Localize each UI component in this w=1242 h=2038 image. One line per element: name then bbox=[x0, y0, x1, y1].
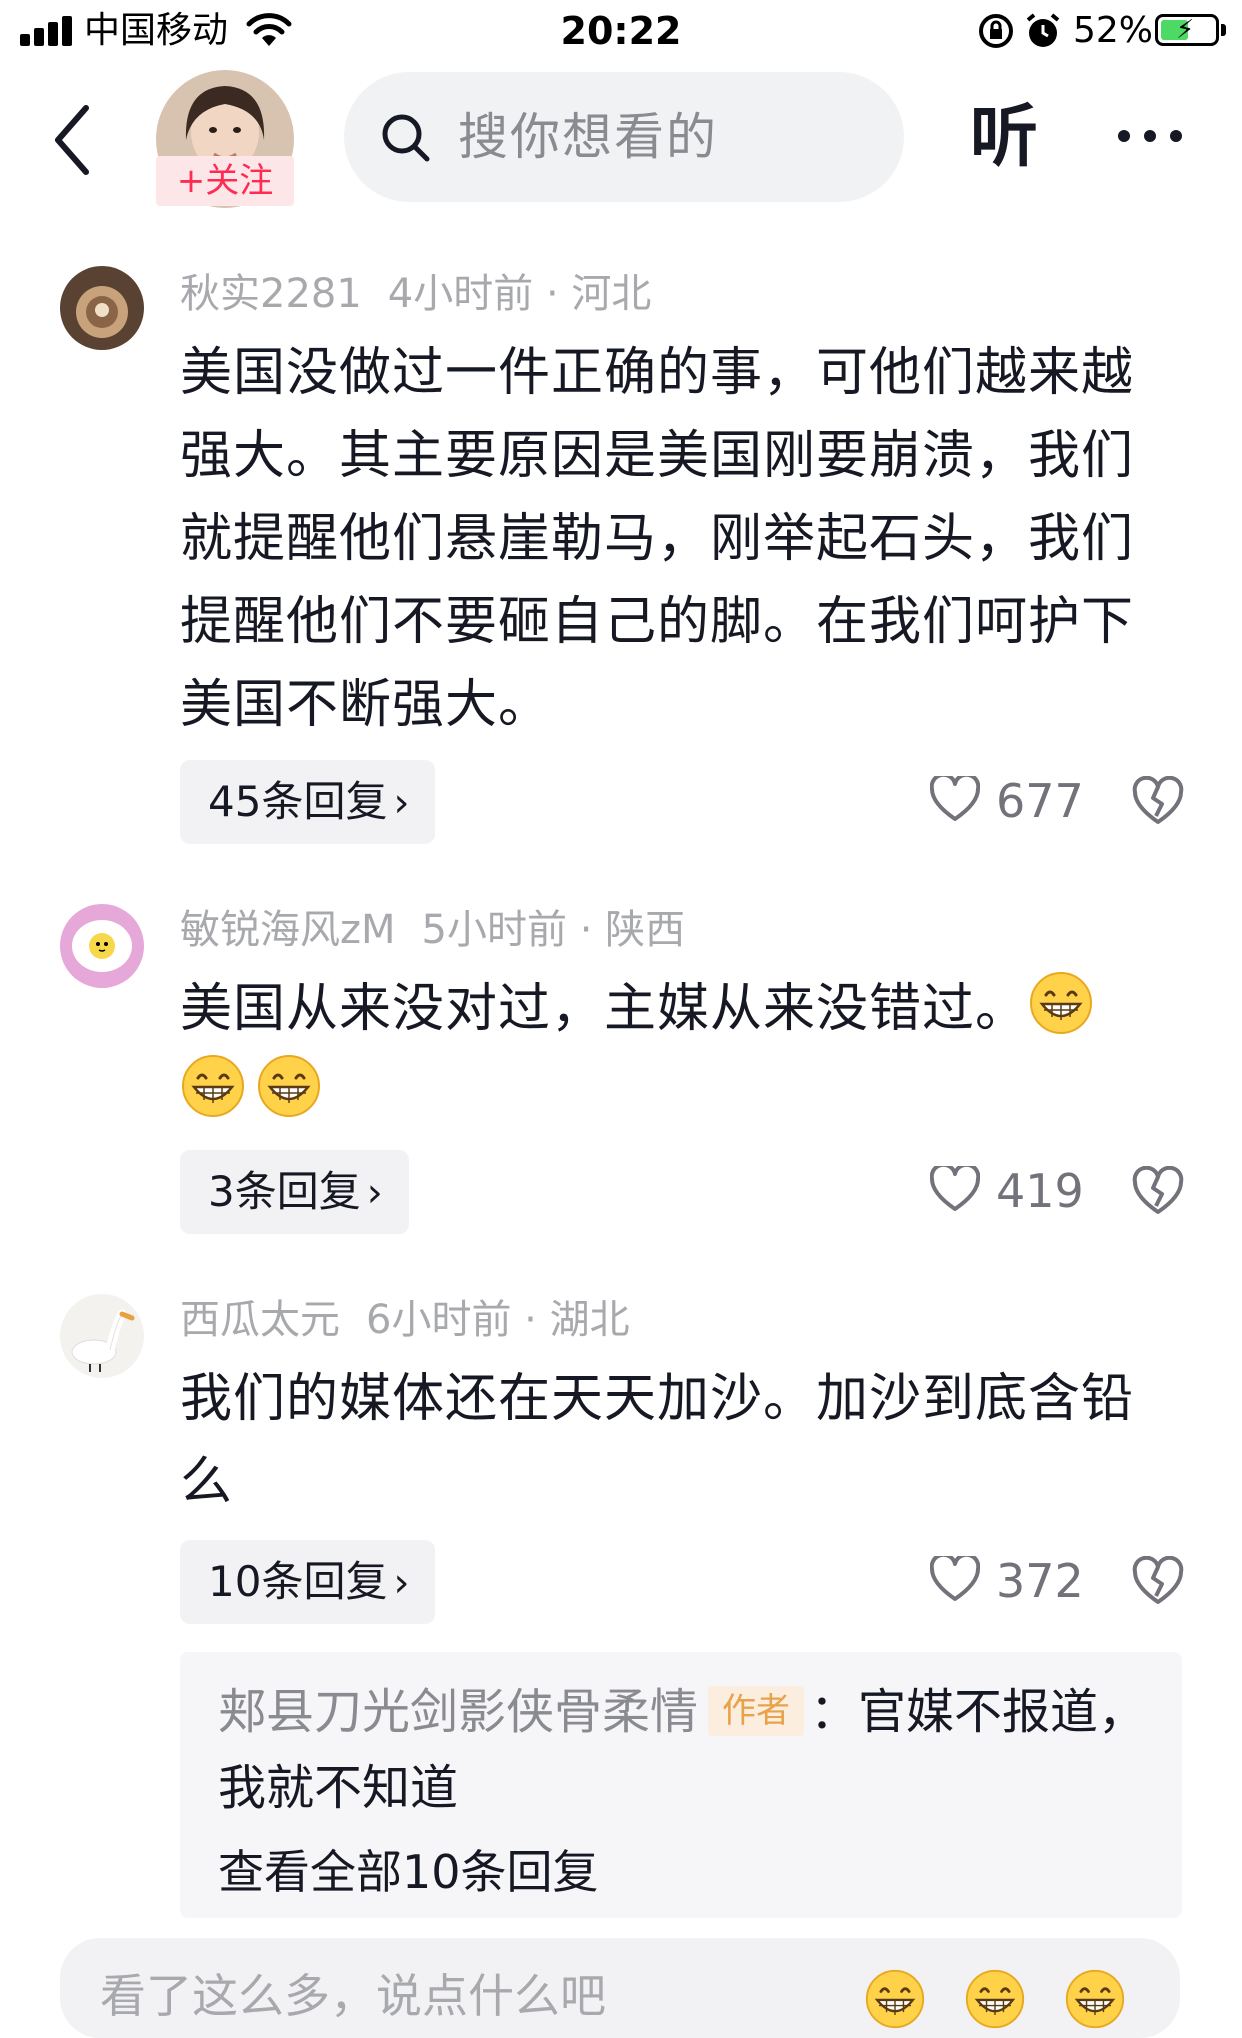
heart-icon bbox=[930, 776, 980, 821]
reply-preview-line: 郏县刀光剑影侠骨柔情 作者 ：官媒不报道， bbox=[218, 1680, 1146, 1744]
like-button[interactable]: 677 bbox=[930, 768, 1110, 838]
more-icon[interactable] bbox=[1110, 122, 1190, 152]
grinning-face-emoji bbox=[1028, 970, 1094, 1036]
reply-text-continued: 我就不知道 bbox=[218, 1760, 459, 1816]
emoji-quick-icon[interactable] bbox=[964, 1968, 1026, 2030]
comment-text: 美国没做过一件正确的事，可他们越来越强大。其主要原因是美国刚要崩溃，我们就提醒他… bbox=[180, 343, 1135, 735]
comment-text: 我们的媒体还在天天加沙。加沙到底含铅么 bbox=[180, 1369, 1135, 1512]
battery-charging-icon: ⚡ bbox=[1155, 14, 1219, 46]
like-button[interactable]: 419 bbox=[930, 1158, 1110, 1228]
back-icon[interactable] bbox=[48, 100, 98, 180]
reply-username[interactable]: 郏县刀光剑影侠骨柔情 bbox=[218, 1684, 698, 1740]
chevron-right-icon: › bbox=[393, 1560, 410, 1606]
comment-time: 5小时前 bbox=[421, 907, 567, 953]
battery-percent: 52% bbox=[1073, 10, 1154, 51]
reply-preview[interactable]: 郏县刀光剑影侠骨柔情 作者 ：官媒不报道， 我就不知道 查看全部10条回复 bbox=[180, 1652, 1182, 1918]
commenter-avatar[interactable] bbox=[60, 1294, 144, 1378]
view-replies-button[interactable]: 45条回复 › bbox=[180, 760, 436, 844]
like-count: 372 bbox=[996, 1554, 1084, 1608]
comment-location: 湖北 bbox=[549, 1297, 630, 1343]
emoji-quick-icon[interactable] bbox=[864, 1968, 926, 2030]
comment-username[interactable]: 西瓜太元 bbox=[180, 1297, 340, 1343]
like-count: 419 bbox=[996, 1164, 1084, 1218]
meta-separator: · bbox=[545, 271, 559, 317]
reply-text: ：官媒不报道， bbox=[810, 1684, 1147, 1740]
comment-username[interactable]: 秋实2281 bbox=[180, 271, 362, 317]
replies-label: 10条回复 bbox=[208, 1557, 388, 1606]
listen-button[interactable]: 听 bbox=[970, 96, 1038, 180]
grinning-face-emoji bbox=[180, 1053, 246, 1119]
broken-heart-icon[interactable] bbox=[1132, 1166, 1184, 1218]
search-input[interactable]: 搜你想看的 bbox=[458, 106, 718, 168]
commenter-avatar[interactable] bbox=[60, 266, 144, 350]
search-bar[interactable]: 搜你想看的 bbox=[344, 72, 904, 202]
alarm-icon bbox=[1026, 13, 1060, 47]
heart-icon bbox=[930, 1556, 980, 1601]
replies-label: 45条回复 bbox=[208, 777, 388, 826]
like-count: 677 bbox=[996, 774, 1084, 828]
view-all-replies-link[interactable]: 查看全部10条回复 bbox=[218, 1840, 599, 1904]
meta-separator: · bbox=[524, 1297, 537, 1343]
comment-input-placeholder: 看了这么多，说点什么吧 bbox=[100, 1969, 606, 2023]
replies-label: 3条回复 bbox=[208, 1167, 361, 1216]
comment-meta: 西瓜太元 6小时前 · 湖北 bbox=[180, 1294, 630, 1346]
grinning-face-emoji bbox=[256, 1053, 322, 1119]
rotation-lock-icon bbox=[979, 14, 1013, 48]
view-replies-button[interactable]: 10条回复 › bbox=[180, 1540, 436, 1624]
search-icon bbox=[382, 114, 430, 162]
comment-input[interactable]: 看了这么多，说点什么吧 bbox=[60, 1938, 1180, 2038]
emoji-quick-icon[interactable] bbox=[1064, 1968, 1126, 2030]
comment-meta: 秋实2281 4小时前 · 河北 bbox=[180, 268, 651, 320]
comment-time: 4小时前 bbox=[387, 271, 534, 317]
comment-time: 6小时前 bbox=[366, 1297, 512, 1343]
broken-heart-icon[interactable] bbox=[1132, 1556, 1184, 1608]
comment-location: 河北 bbox=[571, 271, 652, 317]
broken-heart-icon[interactable] bbox=[1132, 776, 1184, 828]
like-button[interactable]: 372 bbox=[930, 1548, 1110, 1618]
meta-separator: · bbox=[579, 907, 593, 953]
comment-text: 美国从来没对过，主媒从来没错过。 bbox=[180, 968, 1180, 1134]
comment-username[interactable]: 敏锐海风zM bbox=[180, 907, 396, 953]
chevron-right-icon: › bbox=[366, 1170, 383, 1216]
comment-meta: 敏锐海风zM 5小时前 · 陕西 bbox=[180, 904, 685, 956]
comment-text-body: 美国从来没对过，主媒从来没错过。 bbox=[180, 979, 1029, 1039]
commenter-avatar[interactable] bbox=[60, 904, 144, 988]
battery-cap bbox=[1221, 24, 1226, 36]
chevron-right-icon: › bbox=[393, 780, 410, 826]
view-replies-button[interactable]: 3条回复 › bbox=[180, 1150, 409, 1234]
comment-location: 陕西 bbox=[605, 907, 686, 953]
follow-button[interactable]: +关注 bbox=[156, 156, 294, 206]
author-badge: 作者 bbox=[708, 1686, 805, 1736]
heart-icon bbox=[930, 1166, 980, 1211]
status-bar: 中国移动 20:22 52% ⚡ bbox=[0, 0, 1242, 64]
